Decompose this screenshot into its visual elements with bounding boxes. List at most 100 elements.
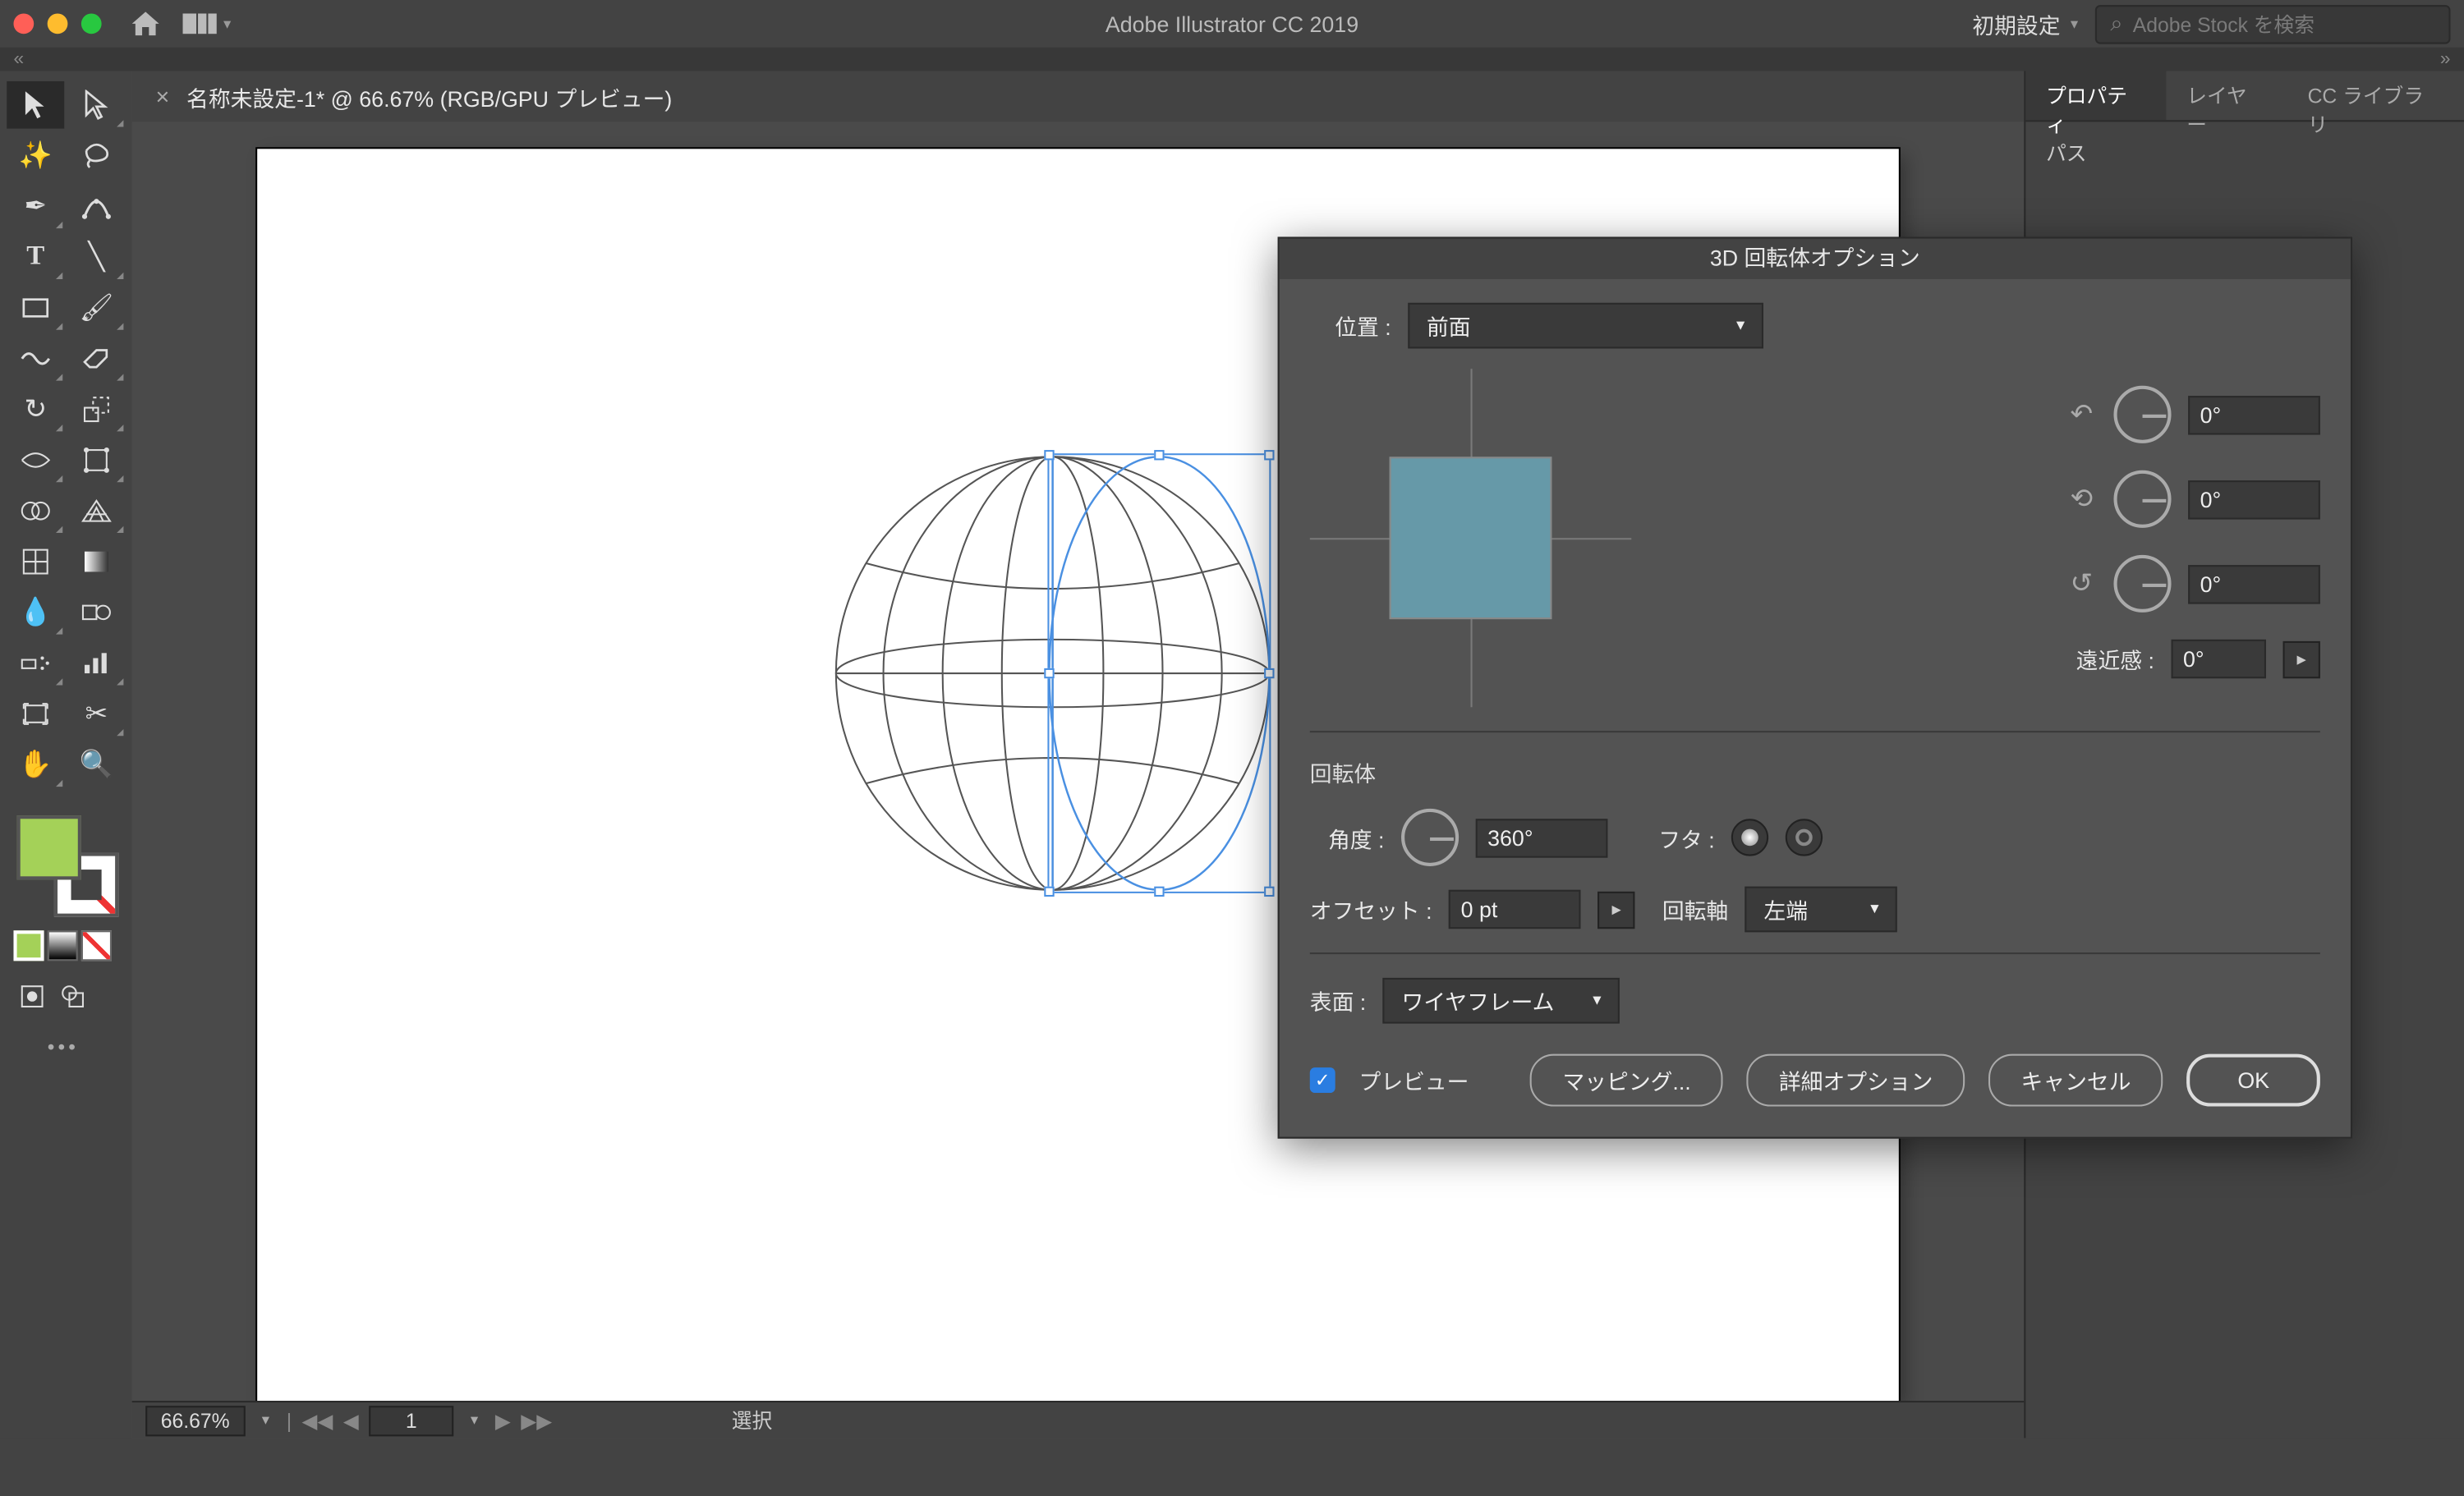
status-bar: 66.67% ▾ | ◀◀ ◀ 1 ▾ ▶ ▶▶ 選択 — [132, 1401, 2025, 1438]
zoom-field[interactable]: 66.67% — [145, 1405, 245, 1435]
scale-tool[interactable] — [67, 386, 125, 434]
zoom-menu-icon[interactable]: ▾ — [255, 1411, 277, 1429]
perspective-more-button[interactable]: ▸ — [2283, 640, 2320, 677]
next-artboard-button[interactable]: ▶▶ — [521, 1408, 552, 1432]
eraser-tool[interactable] — [67, 335, 125, 383]
rotate-tool[interactable]: ↻ — [7, 386, 64, 434]
more-options-button[interactable]: 詳細オプション — [1747, 1054, 1965, 1107]
angle-label: 角度 : — [1310, 821, 1385, 853]
column-graph-tool[interactable] — [67, 640, 125, 687]
cap-on-button[interactable] — [1731, 819, 1768, 856]
symbol-sprayer-tool[interactable] — [7, 640, 64, 687]
workspace-switcher[interactable]: 初期設定 ▾ — [1972, 7, 2078, 39]
shape-builder-tool[interactable] — [7, 487, 64, 535]
document-tab-title: 名称未設定-1* @ 66.67% (RGB/GPU プレビュー) — [186, 80, 672, 112]
surface-value: ワイヤフレーム — [1402, 984, 1555, 1016]
lasso-tool[interactable] — [67, 132, 125, 180]
draw-normal-button[interactable] — [13, 978, 50, 1015]
close-tab-icon[interactable]: × — [156, 83, 170, 110]
rotate-z-dial[interactable] — [2113, 555, 2171, 613]
pen-tool[interactable]: ✒ — [7, 183, 64, 231]
tab-properties[interactable]: プロパティ — [2025, 71, 2166, 121]
edit-toolbar-button[interactable]: ••• — [48, 1035, 126, 1059]
document-tab[interactable]: × 名称未設定-1* @ 66.67% (RGB/GPU プレビュー) — [132, 71, 2025, 122]
type-tool[interactable]: T — [7, 233, 64, 281]
prev-artboard-button[interactable]: ◀◀ — [301, 1408, 333, 1432]
cap-off-button[interactable] — [1786, 819, 1823, 856]
tab-layers[interactable]: レイヤー — [2167, 71, 2287, 121]
color-mode-button[interactable] — [13, 930, 44, 961]
close-window-button[interactable] — [13, 13, 34, 34]
rotate-z-icon: ↺ — [2066, 568, 2097, 599]
artboard-tool[interactable] — [7, 691, 64, 738]
rotation-preview-cube[interactable] — [1310, 369, 1631, 707]
layout-icon — [183, 13, 217, 34]
chevron-down-icon: ▾ — [1870, 900, 1878, 919]
shaper-tool[interactable] — [7, 335, 64, 383]
gradient-mode-button[interactable] — [48, 930, 78, 961]
fill-swatch[interactable] — [17, 815, 81, 879]
rotate-x-dial[interactable] — [2113, 386, 2171, 443]
gradient-tool[interactable] — [67, 538, 125, 585]
search-placeholder: Adobe Stock を検索 — [2133, 9, 2315, 38]
rotate-y-dial[interactable] — [2113, 470, 2171, 528]
app-title: Adobe Illustrator CC 2019 — [1106, 11, 1358, 36]
free-transform-tool[interactable] — [67, 437, 125, 484]
zoom-tool[interactable]: 🔍 — [67, 741, 125, 788]
prev-button[interactable]: ◀ — [343, 1408, 359, 1432]
slice-tool[interactable]: ✂ — [67, 691, 125, 738]
offset-label: オフセット : — [1310, 893, 1432, 925]
magic-wand-tool[interactable]: ✨ — [7, 132, 64, 180]
angle-field[interactable]: 360° — [1476, 818, 1608, 856]
rotate-x-field[interactable]: 0° — [2188, 395, 2320, 434]
line-tool[interactable]: ╲ — [67, 233, 125, 281]
axis-select[interactable]: 左端 ▾ — [1745, 887, 1897, 933]
tools-panel: ✨ ✒ T ╲ 🖌 ↻ — [0, 71, 132, 1439]
offset-more-button[interactable]: ▸ — [1598, 891, 1635, 928]
minimize-window-button[interactable] — [48, 13, 68, 34]
window-controls — [13, 13, 101, 34]
rotate-y-icon: ⟲ — [2066, 484, 2097, 514]
axis-value: 左端 — [1763, 893, 1808, 925]
mesh-tool[interactable] — [7, 538, 64, 585]
artboard-number[interactable]: 1 — [369, 1405, 453, 1435]
blend-tool[interactable] — [67, 589, 125, 636]
rectangle-tool[interactable] — [7, 284, 64, 332]
perspective-field[interactable]: 0° — [2172, 640, 2266, 678]
next-button[interactable]: ▶ — [495, 1408, 511, 1432]
arrange-documents-button[interactable]: ▾ — [183, 13, 232, 34]
preview-checkbox[interactable]: ✓ — [1310, 1067, 1335, 1093]
search-input[interactable]: ⌕ Adobe Stock を検索 — [2095, 4, 2451, 43]
surface-label: 表面 : — [1310, 984, 1366, 1016]
hand-tool[interactable]: ✋ — [7, 741, 64, 788]
selection-tool[interactable] — [7, 81, 64, 129]
maximize-window-button[interactable] — [81, 13, 102, 34]
paintbrush-tool[interactable]: 🖌 — [67, 284, 125, 332]
position-select[interactable]: 前面 ▾ — [1408, 303, 1763, 349]
eyedropper-tool[interactable]: 💧 — [7, 589, 64, 636]
none-mode-button[interactable] — [81, 930, 112, 961]
rotate-z-field[interactable]: 0° — [2188, 564, 2320, 603]
tab-libraries[interactable]: CC ライブラリ — [2287, 71, 2464, 121]
rotate-y-field[interactable]: 0° — [2188, 480, 2320, 518]
rotate-x-icon: ↶ — [2066, 399, 2097, 429]
fill-stroke-wells[interactable] — [17, 815, 119, 917]
map-art-button[interactable]: マッピング... — [1530, 1054, 1723, 1107]
artboard-menu-icon[interactable]: ▾ — [464, 1411, 485, 1429]
width-tool[interactable] — [7, 437, 64, 484]
collapse-right-icon[interactable]: » — [2440, 49, 2451, 70]
direct-selection-tool[interactable] — [67, 81, 125, 129]
perspective-grid-tool[interactable] — [67, 487, 125, 535]
offset-field[interactable]: 0 pt — [1449, 890, 1581, 929]
chevron-down-icon: ▾ — [223, 15, 231, 34]
angle-dial[interactable] — [1401, 809, 1459, 866]
surface-select[interactable]: ワイヤフレーム ▾ — [1383, 978, 1620, 1024]
cancel-button[interactable]: キャンセル — [1988, 1054, 2163, 1107]
collapse-left-icon[interactable]: « — [13, 49, 24, 70]
curvature-tool[interactable] — [67, 183, 125, 231]
position-label: 位置 : — [1310, 310, 1391, 342]
draw-behind-button[interactable] — [54, 978, 91, 1015]
ok-button[interactable]: OK — [2187, 1054, 2320, 1107]
home-icon[interactable] — [132, 11, 159, 35]
revolve-section-title: 回転体 — [1310, 756, 2320, 788]
